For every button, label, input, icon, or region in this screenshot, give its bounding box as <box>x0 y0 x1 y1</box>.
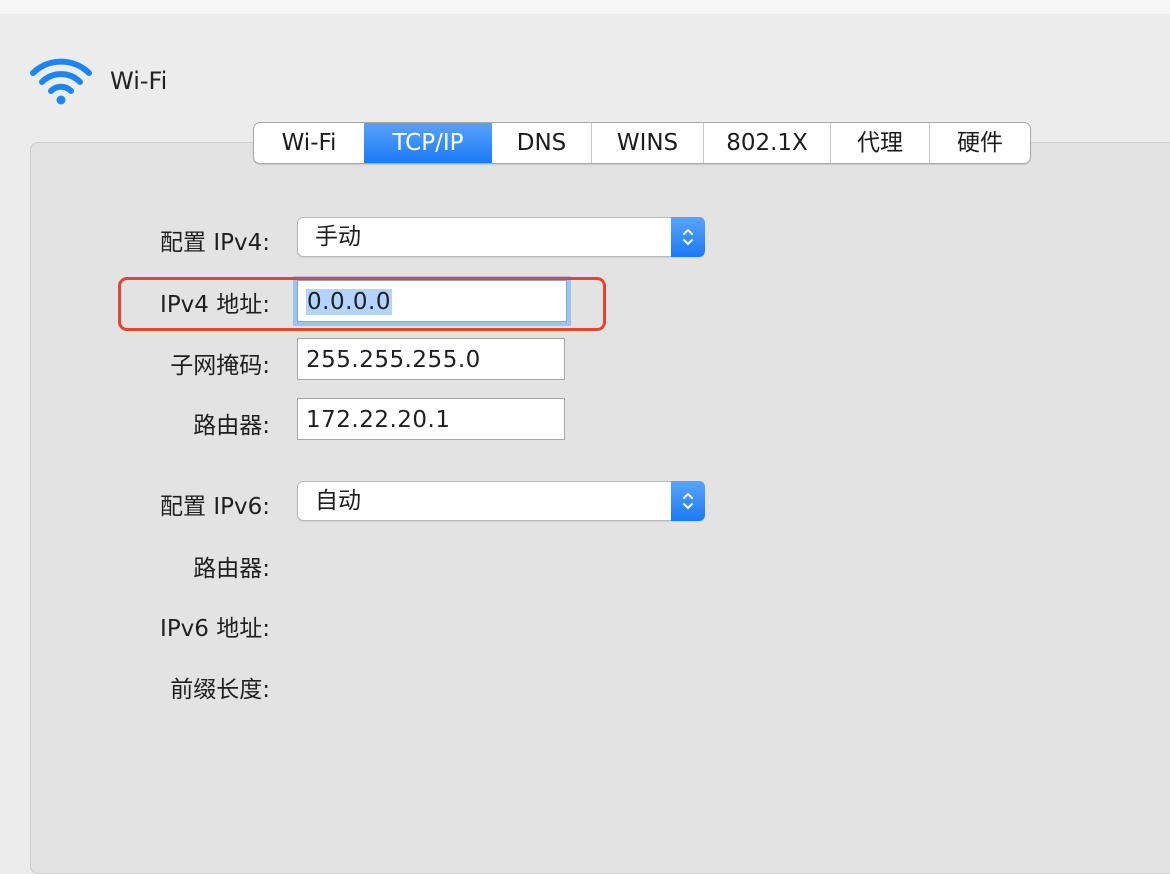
tab-wifi[interactable]: Wi-Fi <box>254 123 364 163</box>
tab-hardware[interactable]: 硬件 <box>929 123 1030 163</box>
configure-ipv4-label: 配置 IPv4: <box>160 230 270 256</box>
ipv6-router-label: 路由器: <box>193 556 270 582</box>
tab-wins[interactable]: WINS <box>591 123 703 163</box>
updown-chevron-icon <box>671 481 705 521</box>
subnet-mask-label: 子网掩码: <box>170 353 270 379</box>
configure-ipv4-value: 手动 <box>315 224 361 250</box>
wifi-icon <box>30 58 92 105</box>
ipv4-address-selection: 0.0.0.0 <box>306 289 392 315</box>
tab-tcp-ip[interactable]: TCP/IP <box>364 123 492 163</box>
tab-proxy[interactable]: 代理 <box>830 123 929 163</box>
configure-ipv4-select[interactable]: 手动 <box>297 217 705 257</box>
header: Wi-Fi <box>30 56 167 106</box>
configure-ipv6-label: 配置 IPv6: <box>160 494 270 520</box>
updown-chevron-icon <box>671 217 705 257</box>
subnet-mask-value: 255.255.255.0 <box>306 347 481 373</box>
tab-dns[interactable]: DNS <box>492 123 591 163</box>
window-top-strip <box>0 0 1170 14</box>
configure-ipv6-select[interactable]: 自动 <box>297 481 705 521</box>
configure-ipv6-value: 自动 <box>315 488 361 514</box>
ipv4-router-field[interactable]: 172.22.20.1 <box>297 398 565 440</box>
prefix-length-label: 前缀长度: <box>170 677 270 703</box>
ipv4-address-field[interactable]: 0.0.0.0 <box>297 280 567 322</box>
ipv6-address-label: IPv6 地址: <box>160 616 270 642</box>
tab-802-1x[interactable]: 802.1X <box>703 123 830 163</box>
tab-bar: Wi-Fi TCP/IP DNS WINS 802.1X 代理 硬件 <box>253 122 1031 164</box>
ipv4-router-value: 172.22.20.1 <box>306 407 451 433</box>
ipv4-address-value: 0.0.0.0 <box>306 281 392 323</box>
ipv4-address-label: IPv4 地址: <box>160 292 270 318</box>
subnet-mask-field[interactable]: 255.255.255.0 <box>297 338 565 380</box>
ipv4-router-label: 路由器: <box>193 413 270 439</box>
page-title: Wi-Fi <box>110 67 168 95</box>
